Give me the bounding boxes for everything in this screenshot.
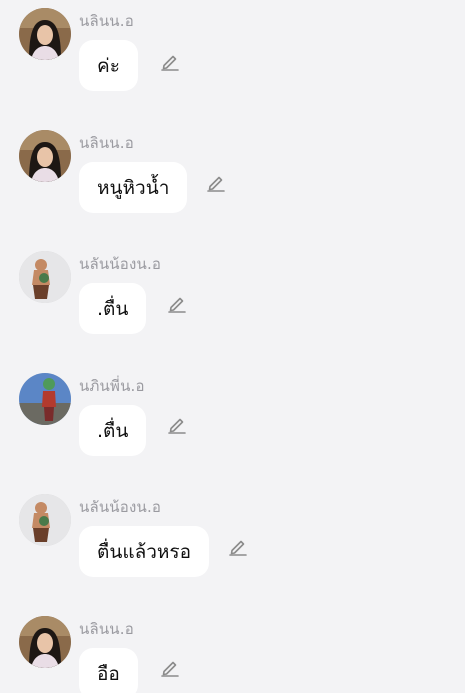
sender-name: นภินพี่น.อ	[79, 377, 145, 395]
message-bubble[interactable]: ตื่นแล้วหรอ	[79, 526, 210, 577]
message-bubble[interactable]: .ตื่น	[79, 405, 147, 456]
avatar[interactable]	[19, 130, 71, 182]
pencil-edit-icon[interactable]	[206, 173, 226, 193]
sender-name: นลินน.อ	[79, 134, 134, 152]
message-row: นลันน้องน.อ .ตื่น	[0, 251, 465, 361]
message-bubble[interactable]: อือ	[79, 648, 138, 693]
message-row: นลินน.อ หนูหิวน้ำ	[0, 130, 465, 240]
pencil-edit-icon[interactable]	[228, 537, 248, 557]
avatar[interactable]	[19, 373, 71, 425]
message-bubble[interactable]: .ตื่น	[79, 283, 147, 334]
chat-thread: นลินน.อ ค่ะ นลินน.อ หนูหิวน้ำ นลันน้องน.…	[0, 0, 465, 693]
message-row: นลินน.อ อือ	[0, 616, 465, 693]
avatar[interactable]	[19, 494, 71, 546]
message-bubble[interactable]: ค่ะ	[79, 40, 138, 91]
message-bubble[interactable]: หนูหิวน้ำ	[79, 162, 188, 213]
sender-name: นลินน.อ	[79, 620, 134, 638]
avatar[interactable]	[19, 616, 71, 668]
message-row: นภินพี่น.อ .ตื่น	[0, 373, 465, 483]
pencil-edit-icon[interactable]	[160, 52, 180, 72]
pencil-edit-icon[interactable]	[160, 658, 180, 678]
sender-name: นลันน้องน.อ	[79, 255, 162, 273]
message-row: นลันน้องน.อ ตื่นแล้วหรอ	[0, 494, 465, 604]
message-row: นลินน.อ ค่ะ	[0, 8, 465, 118]
sender-name: นลันน้องน.อ	[79, 498, 162, 516]
sender-name: นลินน.อ	[79, 12, 134, 30]
avatar[interactable]	[19, 8, 71, 60]
pencil-edit-icon[interactable]	[167, 415, 187, 435]
avatar[interactable]	[19, 251, 71, 303]
pencil-edit-icon[interactable]	[167, 294, 187, 314]
